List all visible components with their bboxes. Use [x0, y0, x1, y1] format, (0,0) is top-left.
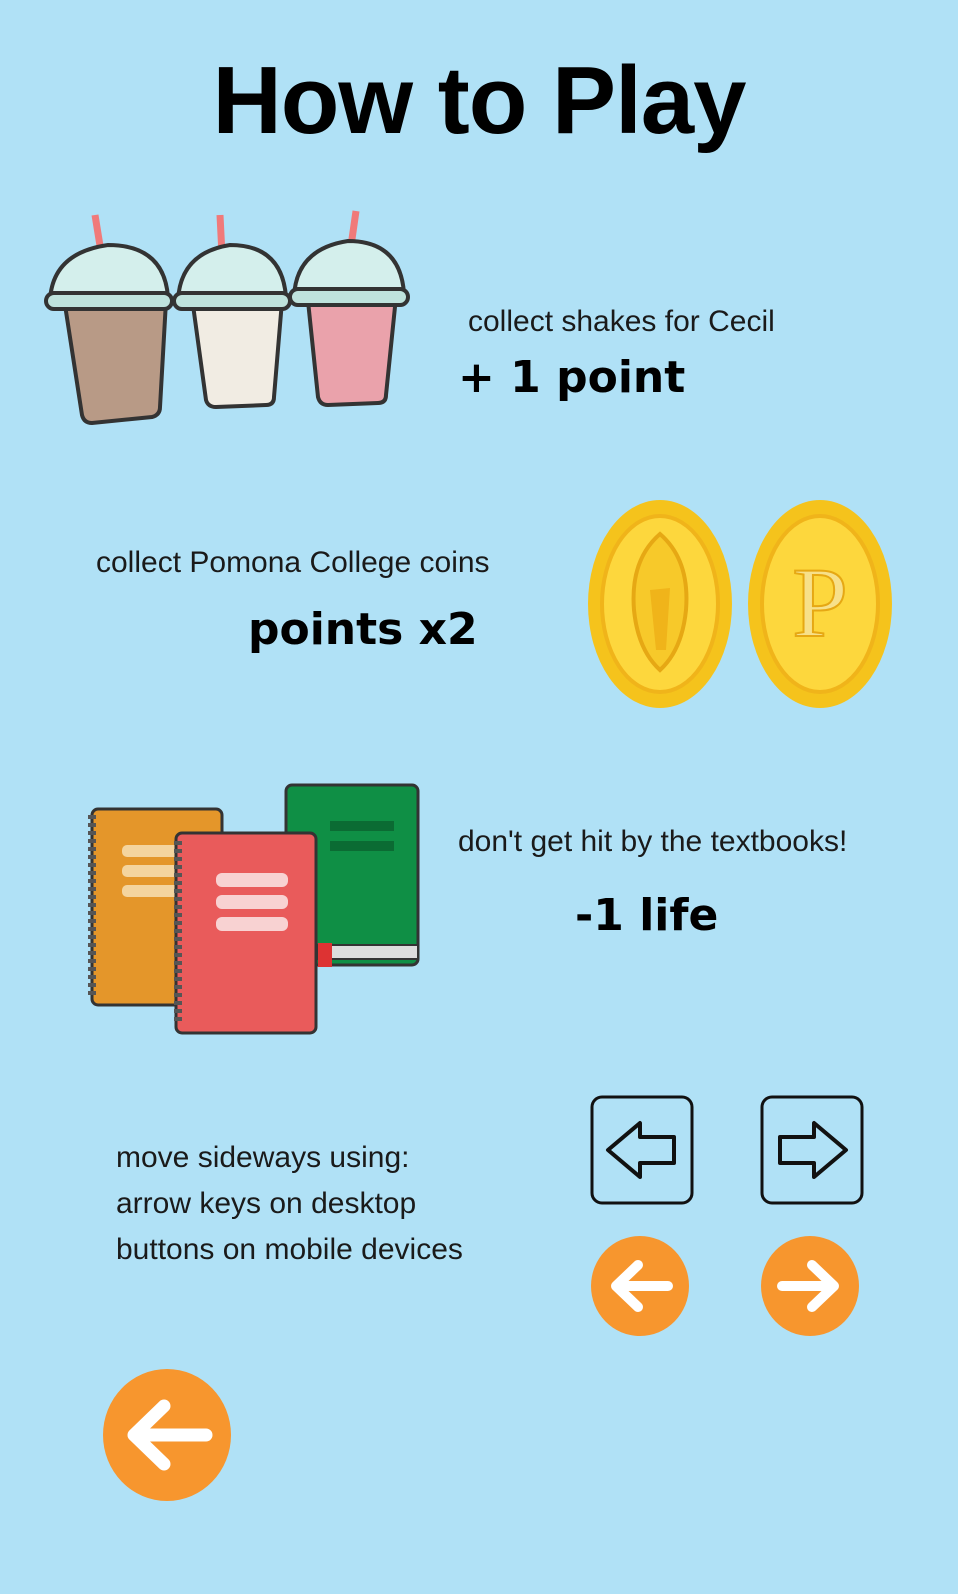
- movement-line: arrow keys on desktop: [116, 1187, 417, 1220]
- pomona-coins-illustration: P: [588, 500, 892, 708]
- movement-line: move sideways using:: [116, 1141, 410, 1174]
- chocolate-shake-icon: [44, 214, 174, 426]
- coin-letter: P: [792, 547, 848, 658]
- red-book-icon: [174, 831, 318, 1035]
- shakes-description: collect shakes for Cecil: [468, 305, 775, 338]
- coins-description: collect Pomona College coins: [96, 546, 490, 579]
- page-title: How to Play: [212, 47, 746, 154]
- vanilla-shake-icon: [172, 214, 292, 410]
- textbooks-description: don't get hit by the textbooks!: [458, 825, 848, 858]
- movement-instructions: move sideways using: arrow keys on deskt…: [116, 1135, 463, 1273]
- milkshakes-illustration: [44, 210, 410, 426]
- textbooks-penalty: -1 life: [575, 890, 719, 941]
- crest-coin-icon: [588, 500, 732, 708]
- left-arrow-key-icon: [590, 1095, 694, 1205]
- back-button[interactable]: [102, 1368, 232, 1502]
- shakes-points: + 1 point: [458, 352, 686, 403]
- coins-multiplier: points x2: [248, 604, 478, 655]
- p-coin-icon: P: [748, 500, 892, 708]
- right-arrow-key-icon: [760, 1095, 864, 1205]
- strawberry-shake-icon: [288, 210, 410, 408]
- right-arrow-button-icon[interactable]: [760, 1235, 860, 1337]
- left-arrow-button-icon[interactable]: [590, 1235, 690, 1337]
- textbooks-illustration: [88, 783, 420, 1035]
- movement-line: buttons on mobile devices: [116, 1233, 463, 1266]
